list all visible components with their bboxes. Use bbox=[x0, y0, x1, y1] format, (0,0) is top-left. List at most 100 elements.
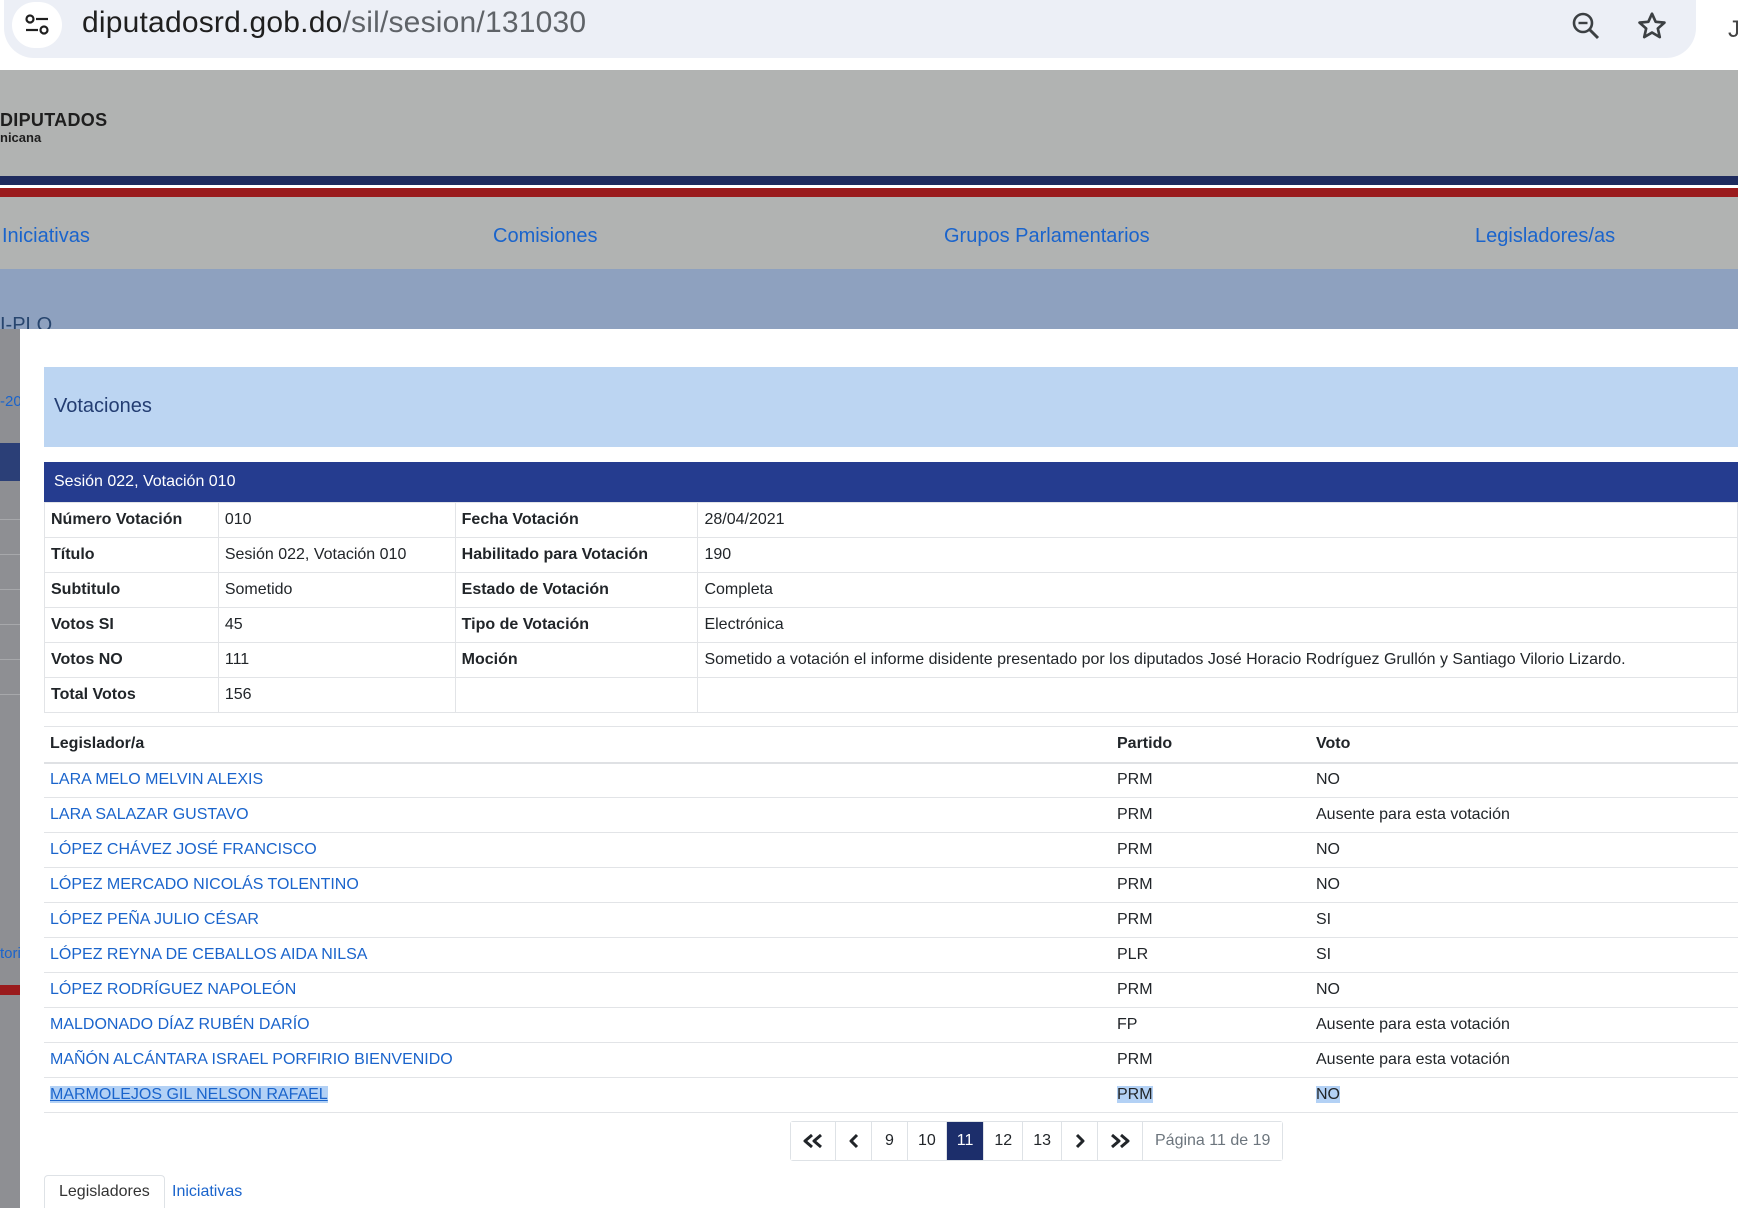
detail-value: 010 bbox=[217, 502, 456, 538]
background-divider bbox=[0, 519, 20, 520]
address-bar[interactable]: diputadosrd.gob.do/sil/sesion/131030 bbox=[4, 0, 1696, 58]
detail-label: Total Votos bbox=[44, 677, 219, 713]
vote-session-header: Sesión 022, Votación 010 bbox=[44, 462, 1738, 502]
detail-value: Sesión 022, Votación 010 bbox=[217, 537, 456, 573]
column-header-partido: Partido bbox=[1111, 726, 1310, 764]
site-settings-icon[interactable] bbox=[12, 2, 62, 48]
detail-label: Subtitulo bbox=[44, 572, 219, 608]
page-button[interactable]: 10 bbox=[908, 1122, 947, 1160]
table-header-row: Legislador/a Partido Voto bbox=[44, 726, 1738, 764]
legislator-link[interactable]: MARMOLEJOS GIL NELSON RAFAEL bbox=[50, 1086, 328, 1103]
background-divider bbox=[0, 624, 20, 625]
party-cell: PRM bbox=[1117, 981, 1153, 998]
party-cell: PRM bbox=[1117, 806, 1153, 823]
logo-subtitle: nicana bbox=[0, 130, 42, 145]
background-fragment-date: -20 bbox=[0, 393, 22, 410]
url-path: /sil/sesion/131030 bbox=[342, 6, 587, 39]
page-button[interactable]: 12 bbox=[984, 1122, 1024, 1160]
legislator-link[interactable]: MALDONADO DÍAZ RUBÉN DARÍO bbox=[50, 1016, 310, 1033]
last-page-icon[interactable] bbox=[1098, 1122, 1143, 1160]
table-row: LARA SALAZAR GUSTAVO PRM Ausente para es… bbox=[44, 797, 1738, 833]
flag-stripe-red bbox=[0, 188, 1738, 197]
flag-stripe-blue bbox=[0, 176, 1738, 185]
background-navy-block bbox=[0, 443, 20, 481]
table-row: LARA MELO MELVIN ALEXIS PRM NO bbox=[44, 762, 1738, 798]
url-text[interactable]: diputadosrd.gob.do/sil/sesion/131030 bbox=[82, 6, 586, 40]
party-cell: PRM bbox=[1117, 841, 1153, 858]
main-nav: Iniciativas Comisiones Grupos Parlamenta… bbox=[0, 197, 1738, 269]
table-row: LÓPEZ RODRÍGUEZ NAPOLEÓN PRM NO bbox=[44, 972, 1738, 1008]
legislator-link[interactable]: MAÑÓN ALCÁNTARA ISRAEL PORFIRIO BIENVENI… bbox=[50, 1051, 453, 1068]
vote-cell: NO bbox=[1316, 771, 1340, 789]
vote-cell: SI bbox=[1316, 946, 1332, 963]
votaciones-modal: Votaciones Sesión 022, Votación 010 Núme… bbox=[20, 329, 1738, 1208]
detail-label: Estado de Votación bbox=[454, 572, 699, 608]
detail-row: Total Votos 156 bbox=[44, 677, 1738, 713]
detail-label: Número Votación bbox=[44, 502, 219, 538]
tab-legisladores[interactable]: Legisladores bbox=[44, 1175, 165, 1208]
legislator-votes-table: Legislador/a Partido Voto LARA MELO MELV… bbox=[44, 726, 1738, 1113]
detail-value: Sometido bbox=[217, 572, 456, 608]
vote-cell: NO bbox=[1316, 876, 1340, 893]
party-cell: PRM bbox=[1117, 771, 1153, 789]
table-row: LÓPEZ CHÁVEZ JOSÉ FRANCISCO PRM NO bbox=[44, 832, 1738, 868]
table-row: LÓPEZ REYNA DE CEBALLOS AIDA NILSA PLR S… bbox=[44, 937, 1738, 973]
detail-label: Votos NO bbox=[44, 642, 219, 678]
detail-value: 28/04/2021 bbox=[697, 502, 1738, 538]
page-title-band bbox=[0, 269, 1738, 329]
background-divider bbox=[0, 589, 20, 590]
detail-row: Subtitulo Sometido Estado de Votación Co… bbox=[44, 572, 1738, 608]
vote-cell: Ausente para esta votación bbox=[1316, 1051, 1510, 1068]
detail-value: 111 bbox=[217, 642, 456, 678]
legislator-link[interactable]: LÓPEZ REYNA DE CEBALLOS AIDA NILSA bbox=[50, 946, 367, 963]
next-page-icon[interactable] bbox=[1062, 1122, 1098, 1160]
legislator-link[interactable]: LÓPEZ CHÁVEZ JOSÉ FRANCISCO bbox=[50, 841, 317, 858]
page-button[interactable]: 13 bbox=[1023, 1122, 1062, 1160]
tab-iniciativas[interactable]: Iniciativas bbox=[158, 1175, 256, 1208]
party-cell: PRM bbox=[1117, 876, 1153, 893]
vote-cell: NO bbox=[1316, 1086, 1340, 1103]
page-info: Página 11 de 19 bbox=[1143, 1122, 1283, 1160]
background-divider bbox=[0, 694, 20, 695]
pagination: 9 10 11 12 13 Página 11 de 19 bbox=[790, 1121, 1284, 1161]
detail-value: Electrónica bbox=[697, 607, 1738, 643]
detail-value bbox=[697, 677, 1738, 713]
prev-page-icon[interactable] bbox=[836, 1122, 872, 1160]
detail-row: Número Votación 010 Fecha Votación 28/04… bbox=[44, 502, 1738, 538]
url-host: diputadosrd.gob.do bbox=[82, 6, 343, 39]
column-header-voto: Voto bbox=[1310, 726, 1738, 764]
legislator-link[interactable]: LÓPEZ RODRÍGUEZ NAPOLEÓN bbox=[50, 981, 296, 998]
background-divider bbox=[0, 554, 20, 555]
first-page-icon[interactable] bbox=[791, 1122, 836, 1160]
party-cell: PRM bbox=[1117, 911, 1153, 928]
page-button[interactable]: 9 bbox=[872, 1122, 908, 1160]
detail-value: 45 bbox=[217, 607, 456, 643]
modal-header: Votaciones bbox=[44, 367, 1738, 447]
zoom-icon[interactable] bbox=[1566, 6, 1606, 46]
nav-grupos-parlamentarios[interactable]: Grupos Parlamentarios bbox=[944, 225, 1150, 248]
table-row-selected: MARMOLEJOS GIL NELSON RAFAEL PRM NO bbox=[44, 1077, 1738, 1113]
legislator-link[interactable]: LÓPEZ PEÑA JULIO CÉSAR bbox=[50, 911, 259, 928]
legislator-link[interactable]: LÓPEZ MERCADO NICOLÁS TOLENTINO bbox=[50, 876, 359, 893]
table-row: MALDONADO DÍAZ RUBÉN DARÍO FP Ausente pa… bbox=[44, 1007, 1738, 1043]
background-page-edge: -20 tori bbox=[0, 329, 22, 1208]
legislator-link[interactable]: LARA SALAZAR GUSTAVO bbox=[50, 806, 249, 823]
nav-legisladores[interactable]: Legisladores/as bbox=[1475, 225, 1615, 248]
party-cell: FP bbox=[1117, 1016, 1138, 1033]
background-fragment-link: tori bbox=[0, 945, 21, 962]
browser-chrome: diputadosrd.gob.do/sil/sesion/131030 J bbox=[0, 0, 1738, 70]
nav-iniciativas[interactable]: Iniciativas bbox=[2, 225, 90, 248]
page-button-active[interactable]: 11 bbox=[946, 1122, 985, 1160]
nav-comisiones[interactable]: Comisiones bbox=[493, 225, 597, 248]
vote-cell: SI bbox=[1316, 911, 1332, 928]
vote-cell: Ausente para esta votación bbox=[1316, 806, 1510, 823]
table-row: LÓPEZ PEÑA JULIO CÉSAR PRM SI bbox=[44, 902, 1738, 938]
logo-title: DIPUTADOS bbox=[0, 110, 108, 130]
column-header-legislador: Legislador/a bbox=[44, 726, 1111, 764]
bookmark-star-icon[interactable] bbox=[1632, 6, 1672, 46]
table-row: LÓPEZ MERCADO NICOLÁS TOLENTINO PRM NO bbox=[44, 867, 1738, 903]
detail-label: Votos SI bbox=[44, 607, 219, 643]
detail-label: Moción bbox=[454, 642, 699, 678]
legislator-link[interactable]: LARA MELO MELVIN ALEXIS bbox=[50, 771, 263, 788]
background-divider bbox=[0, 659, 20, 660]
